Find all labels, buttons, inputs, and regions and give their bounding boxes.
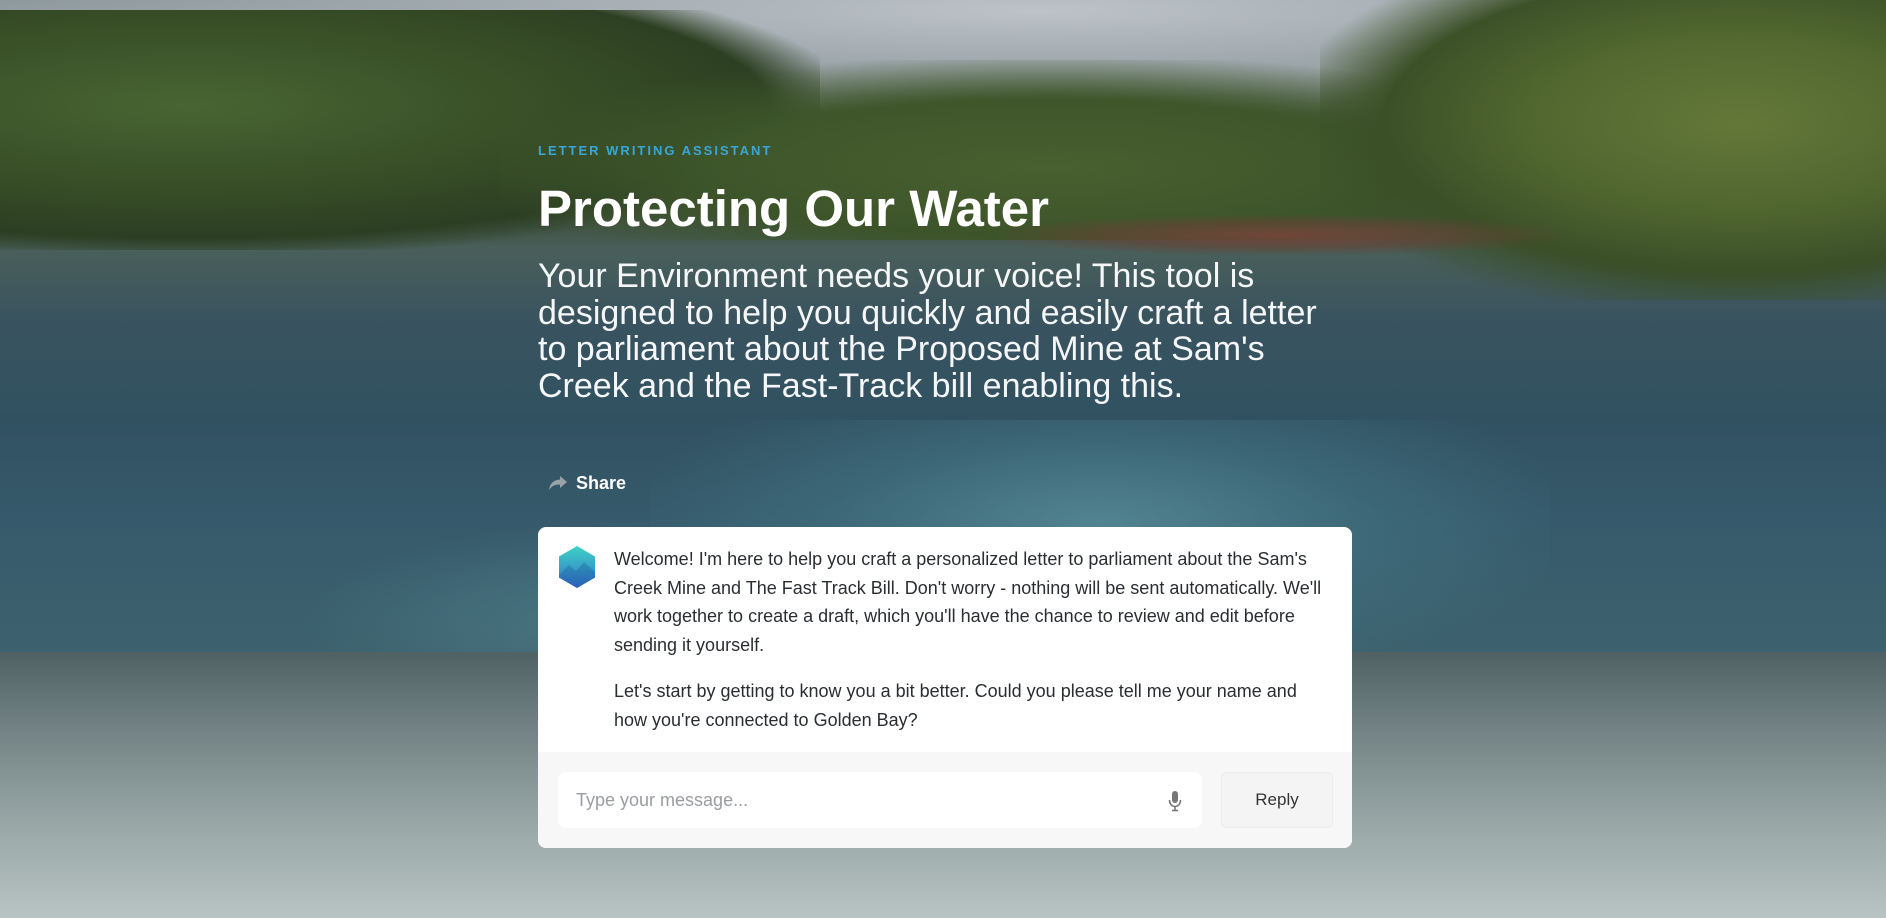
share-label: Share bbox=[576, 472, 627, 493]
assistant-message-body: Welcome! I'm here to help you craft a pe… bbox=[614, 545, 1332, 734]
message-paragraph: Welcome! I'm here to help you craft a pe… bbox=[614, 549, 1322, 655]
message-input[interactable] bbox=[558, 772, 1158, 828]
page: LETTER WRITING ASSISTANT Protecting Our … bbox=[0, 0, 1886, 918]
assistant-logo-icon bbox=[558, 545, 596, 589]
page-kicker: LETTER WRITING ASSISTANT bbox=[538, 143, 773, 158]
page-title: Protecting Our Water bbox=[538, 180, 1049, 237]
page-subtitle: Your Environment needs your voice! This … bbox=[538, 257, 1317, 405]
share-arrow-icon bbox=[548, 475, 568, 491]
message-input-wrapper bbox=[558, 772, 1202, 828]
microphone-icon[interactable] bbox=[1168, 790, 1182, 812]
message-paragraph: Let's start by getting to know you a bit… bbox=[614, 681, 1297, 730]
share-button[interactable]: Share bbox=[538, 466, 636, 500]
chat-card: Welcome! I'm here to help you craft a pe… bbox=[538, 527, 1352, 848]
reply-button[interactable]: Reply bbox=[1221, 772, 1333, 828]
message-composer: Reply bbox=[538, 752, 1352, 848]
assistant-message: Welcome! I'm here to help you craft a pe… bbox=[558, 545, 1332, 734]
